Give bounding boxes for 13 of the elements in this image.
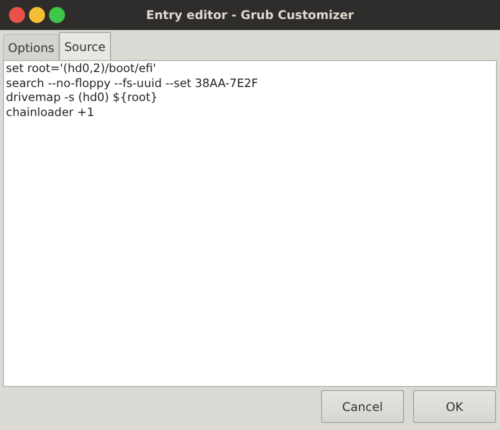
code-editor[interactable]: set root='(hd0,2)/boot/efi' search --no-floppy --fs-uuid --set 38AA-7E2F drivemap -s (hd0) ${root} chainloader +1 (3, 60, 497, 387)
dialog-button[interactable]: OK (413, 390, 496, 423)
tab[interactable]: Source (59, 32, 111, 60)
code-line: chainloader +1 (6, 104, 96, 119)
close-icon[interactable] (9, 7, 25, 23)
code-line: set root='(hd0,2)/boot/efi' (6, 61, 158, 76)
maximize-icon[interactable] (49, 7, 65, 23)
code-line: drivemap -s (hd0) ${root} (6, 90, 159, 104)
minimize-icon[interactable] (29, 7, 45, 23)
tab[interactable]: Options (3, 34, 60, 60)
dialog-button[interactable]: Cancel (321, 390, 404, 423)
window-title: Entry editor - Grub Customizer (146, 8, 354, 22)
code-line: search --no-floppy --fs-uuid --set 38AA-7E2F (6, 76, 260, 90)
